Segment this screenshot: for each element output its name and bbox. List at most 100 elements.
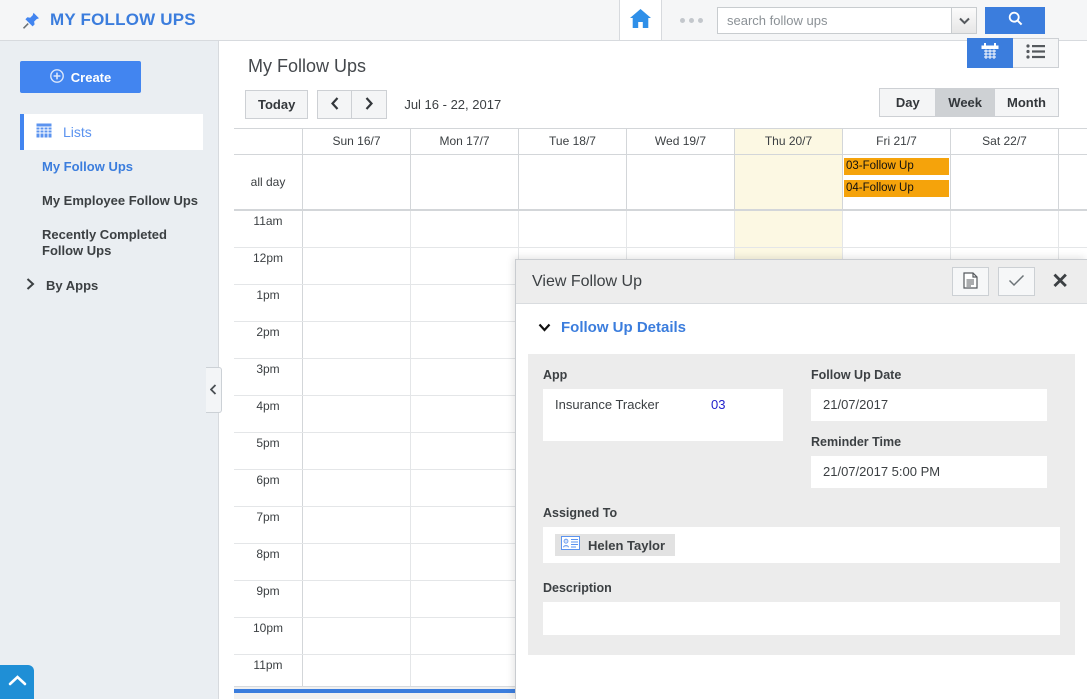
calendar-slot[interactable] bbox=[303, 359, 411, 395]
all-day-cell-fri[interactable]: 03-Follow Up 04-Follow Up bbox=[843, 155, 951, 209]
dialog-title: View Follow Up bbox=[532, 272, 642, 290]
hour-label: 3pm bbox=[234, 359, 303, 395]
calendar-slot[interactable] bbox=[303, 544, 411, 580]
calendar-event-03[interactable]: 03-Follow Up bbox=[844, 158, 949, 175]
description-field[interactable] bbox=[543, 602, 1060, 635]
calendar-slot[interactable] bbox=[303, 285, 411, 321]
follow-up-date-field[interactable]: 21/07/2017 bbox=[811, 389, 1047, 421]
follow-up-date-label: Follow Up Date bbox=[811, 368, 902, 382]
period-month-button[interactable]: Month bbox=[995, 88, 1059, 117]
calendar-slot[interactable] bbox=[303, 322, 411, 358]
search-button[interactable] bbox=[985, 6, 1045, 34]
follow-up-details-section-header[interactable]: Follow Up Details bbox=[516, 304, 1087, 336]
day-header-tue[interactable]: Tue 18/7 bbox=[519, 129, 627, 154]
calendar-slot[interactable] bbox=[411, 581, 519, 617]
all-day-cell-sun[interactable] bbox=[303, 155, 411, 209]
document-button[interactable] bbox=[952, 267, 990, 296]
sidebar-collapse-handle[interactable] bbox=[206, 367, 222, 413]
calendar-slot[interactable] bbox=[627, 211, 735, 247]
details-right-column: Follow Up Date 21/07/2017 Reminder Time … bbox=[811, 368, 1047, 488]
calendar-slot[interactable] bbox=[411, 211, 519, 247]
app-name-value: Insurance Tracker bbox=[555, 397, 660, 412]
calendar-slot[interactable] bbox=[303, 248, 411, 284]
description-label: Description bbox=[543, 581, 612, 595]
calendar-slot[interactable] bbox=[411, 470, 519, 506]
hour-label: 5pm bbox=[234, 433, 303, 469]
sidebar-item-by-apps-label: By Apps bbox=[46, 278, 99, 293]
calendar-corner-cell bbox=[234, 129, 303, 154]
all-day-cell-tue[interactable] bbox=[519, 155, 627, 209]
reminder-time-field[interactable]: 21/07/2017 5:00 PM bbox=[811, 456, 1047, 488]
calendar-slot[interactable] bbox=[303, 470, 411, 506]
next-period-button[interactable] bbox=[352, 90, 388, 119]
day-header-wed[interactable]: Wed 19/7 bbox=[627, 129, 735, 154]
prev-period-button[interactable] bbox=[317, 90, 353, 119]
app-label: App bbox=[543, 368, 568, 382]
all-day-cell-mon[interactable] bbox=[411, 155, 519, 209]
calendar-slot[interactable] bbox=[411, 248, 519, 284]
app-number-link[interactable]: 03 bbox=[711, 396, 771, 434]
search-icon bbox=[1008, 11, 1023, 29]
calendar-slot[interactable] bbox=[411, 433, 519, 469]
hour-label: 10pm bbox=[234, 618, 303, 654]
hour-label: 2pm bbox=[234, 322, 303, 358]
all-day-cell-thu[interactable] bbox=[735, 155, 843, 209]
calendar-slot[interactable] bbox=[843, 211, 951, 247]
create-button[interactable]: Create bbox=[20, 61, 141, 93]
calendar-slot[interactable] bbox=[411, 544, 519, 580]
application-root: MY FOLLOW UPS search follow ups Create L… bbox=[0, 0, 1087, 699]
sidebar-item-lists[interactable]: Lists bbox=[20, 114, 203, 150]
complete-button[interactable] bbox=[998, 267, 1036, 296]
calendar-slot[interactable] bbox=[519, 211, 627, 247]
sidebar-item-by-apps[interactable]: By Apps bbox=[0, 268, 218, 303]
day-header-thu[interactable]: Thu 20/7 bbox=[735, 129, 843, 154]
calendar-slot[interactable] bbox=[303, 433, 411, 469]
sidebar-item-recently-completed-follow-ups[interactable]: Recently Completed Follow Ups bbox=[0, 218, 218, 268]
scroll-to-top-button[interactable] bbox=[0, 665, 34, 699]
calendar-slot[interactable] bbox=[303, 507, 411, 543]
assigned-to-chip[interactable]: Helen Taylor bbox=[555, 534, 676, 556]
calendar-event-04[interactable]: 04-Follow Up bbox=[844, 180, 949, 197]
calendar-slot[interactable] bbox=[411, 322, 519, 358]
date-range-label: Jul 16 - 22, 2017 bbox=[404, 97, 502, 112]
all-day-cell-sat[interactable] bbox=[951, 155, 1059, 209]
day-header-fri[interactable]: Fri 21/7 bbox=[843, 129, 951, 154]
calendar-slot[interactable] bbox=[303, 396, 411, 432]
sidebar-item-my-employee-follow-ups[interactable]: My Employee Follow Ups bbox=[0, 184, 218, 218]
calendar-slot[interactable] bbox=[411, 618, 519, 654]
calendar-slot[interactable] bbox=[411, 285, 519, 321]
search-input[interactable] bbox=[717, 6, 951, 34]
list-view-button[interactable] bbox=[1013, 38, 1059, 68]
chevron-down-icon bbox=[958, 13, 970, 28]
ellipsis-icon[interactable] bbox=[680, 17, 703, 23]
calendar-slot[interactable] bbox=[411, 359, 519, 395]
period-day-button[interactable]: Day bbox=[879, 88, 937, 117]
day-header-sun[interactable]: Sun 16/7 bbox=[303, 129, 411, 154]
all-day-cell-wed[interactable] bbox=[627, 155, 735, 209]
calendar-slot[interactable] bbox=[303, 618, 411, 654]
period-week-button[interactable]: Week bbox=[936, 88, 996, 117]
calendar-slot[interactable] bbox=[303, 211, 411, 247]
calendar-slot[interactable] bbox=[303, 581, 411, 617]
home-button[interactable] bbox=[620, 0, 662, 40]
day-header-sat[interactable]: Sat 22/7 bbox=[951, 129, 1059, 154]
calendar-slot[interactable] bbox=[411, 507, 519, 543]
calendar-view-button[interactable] bbox=[967, 38, 1013, 68]
plus-circle-icon bbox=[49, 68, 64, 86]
calendar-slot[interactable] bbox=[735, 211, 843, 247]
reminder-time-label: Reminder Time bbox=[811, 435, 902, 449]
search-scope-dropdown[interactable] bbox=[951, 6, 977, 34]
sidebar-item-my-follow-ups[interactable]: My Follow Ups bbox=[0, 150, 218, 184]
calendar-slot[interactable] bbox=[411, 396, 519, 432]
brand-area: MY FOLLOW UPS bbox=[0, 0, 620, 40]
period-selector: Day Week Month bbox=[879, 88, 1059, 117]
hour-label: 9pm bbox=[234, 581, 303, 617]
follow-up-details-panel: App Insurance Tracker 03 Follow Up Date … bbox=[528, 354, 1075, 655]
calendar-slot[interactable] bbox=[951, 211, 1059, 247]
today-button[interactable]: Today bbox=[245, 90, 309, 119]
close-icon[interactable]: ✕ bbox=[1051, 271, 1069, 292]
day-header-mon[interactable]: Mon 17/7 bbox=[411, 129, 519, 154]
assigned-to-field: Helen Taylor bbox=[543, 527, 1060, 563]
list-icon bbox=[1025, 44, 1046, 62]
page-title: My Follow Ups bbox=[248, 56, 367, 76]
